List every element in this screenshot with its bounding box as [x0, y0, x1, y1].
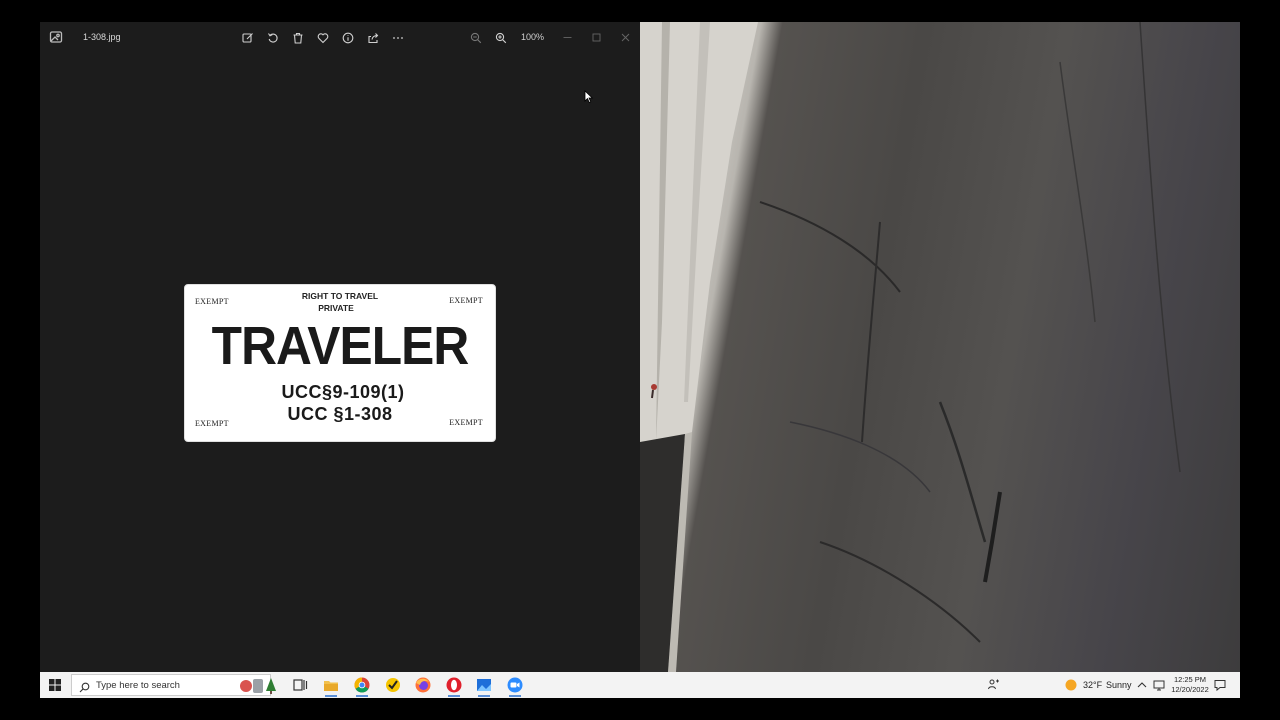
file-name: 1-308.jpg	[83, 32, 121, 42]
info-button[interactable]	[339, 29, 357, 47]
delete-button[interactable]	[289, 29, 307, 47]
weather-sun-icon[interactable]	[1064, 676, 1078, 694]
taskbar-clock[interactable]: 12:25 PM 12/20/2022	[1168, 675, 1212, 695]
people-icon[interactable]	[987, 676, 1001, 694]
clock-time: 12:25 PM	[1173, 675, 1207, 684]
mouse-cursor-icon	[584, 90, 594, 104]
task-view-icon[interactable]	[291, 676, 309, 694]
plate-main-text: TRAVELER	[211, 316, 470, 376]
chevron-up-icon[interactable]	[1136, 676, 1148, 694]
favorite-heart-icon[interactable]	[314, 29, 332, 47]
network-icon[interactable]	[1152, 676, 1166, 694]
search-highlight-winter-icon[interactable]	[238, 676, 280, 694]
zoom-level[interactable]: 100%	[521, 32, 544, 42]
rotate-button[interactable]	[264, 29, 282, 47]
chrome-icon[interactable]	[353, 676, 371, 697]
share-button[interactable]	[364, 29, 382, 47]
close-button[interactable]	[616, 28, 634, 46]
rock-wall-photo	[640, 22, 1240, 672]
firefox-icon[interactable]	[414, 676, 432, 694]
license-plate-image: EXEMPT EXEMPT EXEMPT EXEMPT RIGHT TO TRA…	[184, 284, 496, 442]
maximize-button[interactable]	[587, 28, 605, 46]
file-explorer-icon[interactable]	[322, 676, 340, 697]
plate-line-1: RIGHT TO TRAVEL	[301, 291, 379, 301]
plate-code-1: UCC§9-109(1)	[281, 382, 405, 402]
search-icon	[79, 680, 90, 692]
photo-viewer-window: 1-308.jpg 100% EXEMPT EXEMPT EXEMPT EXEM…	[40, 22, 640, 672]
norton-icon[interactable]	[384, 676, 402, 694]
photos-taskbar-icon[interactable]	[475, 676, 493, 697]
photos-app-icon	[48, 29, 64, 45]
zoom-app-icon[interactable]	[506, 676, 524, 697]
clock-date: 12/20/2022	[1171, 685, 1209, 694]
zoom-in-button[interactable]	[492, 29, 510, 47]
opera-icon[interactable]	[445, 676, 463, 697]
weather-description[interactable]: Sunny	[1106, 680, 1132, 690]
notifications-icon[interactable]	[1213, 676, 1227, 694]
zoom-out-button[interactable]	[467, 29, 485, 47]
windows-start-icon[interactable]	[48, 678, 62, 692]
edit-image-button[interactable]	[239, 29, 257, 47]
search-placeholder: Type here to search	[96, 679, 180, 691]
taskbar: Type here to search 32°F Sunny 12:25 PM …	[40, 672, 1240, 698]
minimize-button[interactable]	[558, 28, 576, 46]
plate-code-2: UCC §1-308	[287, 404, 393, 424]
plate-line-2: PRIVATE	[318, 303, 354, 313]
weather-temperature[interactable]: 32°F	[1083, 680, 1102, 690]
more-options-button[interactable]	[389, 29, 407, 47]
viewer-toolbar: 1-308.jpg 100%	[40, 22, 640, 54]
